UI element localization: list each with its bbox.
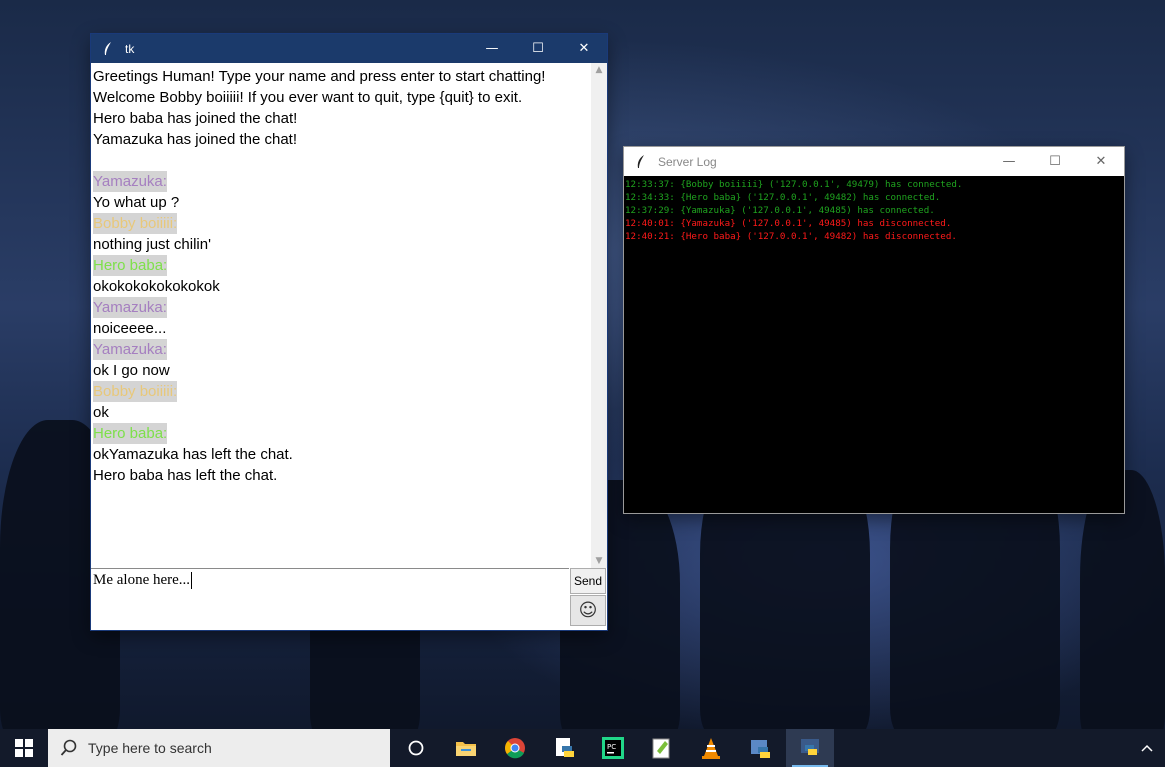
start-button[interactable] — [0, 729, 48, 767]
log-entry: 12:33:37: {Bobby boiiiii} ('127.0.0.1', … — [625, 179, 963, 190]
chat-window: tk — ☐ ✕ Greetings Human! Type your name… — [91, 34, 607, 630]
chat-username: Hero baba: — [93, 423, 168, 444]
python-button[interactable] — [786, 729, 834, 767]
chat-line: ok — [93, 404, 109, 421]
server-log-titlebar[interactable]: Server Log — ☐ ✕ — [624, 147, 1124, 176]
taskbar: Type here to search PC — [0, 729, 1165, 767]
chat-username: Bobby boiiiii: — [93, 381, 178, 402]
search-placeholder: Type here to search — [88, 740, 212, 756]
python-launcher-button[interactable] — [736, 729, 784, 767]
server-log-title: Server Log — [658, 154, 717, 169]
chat-line: Welcome Bobby boiiiii! If you ever want … — [93, 89, 523, 106]
python-launcher-icon — [751, 740, 770, 758]
chat-username: Yamazuka: — [93, 171, 167, 192]
scroll-down-icon[interactable]: ▼ — [591, 554, 607, 568]
svg-text:PC: PC — [607, 743, 616, 751]
chat-window-title: tk — [125, 41, 135, 56]
vlc-cone-icon — [702, 738, 720, 759]
chat-username: Bobby boiiiii: — [93, 213, 178, 234]
chat-line: Hero baba has left the chat. — [93, 467, 278, 484]
message-input-value: Me alone here... — [93, 572, 193, 590]
chat-line: Yo what up ? — [93, 194, 180, 211]
text-caret — [191, 572, 193, 590]
pycharm-button[interactable]: PC — [589, 729, 637, 767]
chat-line: Greetings Human! Type your name and pres… — [93, 68, 546, 85]
feather-icon — [634, 154, 648, 169]
chat-line: nothing just chilin' — [93, 236, 211, 253]
scroll-up-icon[interactable]: ▲ — [591, 63, 607, 77]
server-log-output[interactable]: 12:33:37: {Bobby boiiiii} ('127.0.0.1', … — [624, 176, 1124, 513]
chat-line: noiceeee... — [93, 320, 167, 337]
python-icon — [801, 739, 819, 755]
close-button[interactable]: ✕ — [1078, 147, 1124, 176]
minimize-button[interactable]: — — [469, 34, 515, 63]
pycharm-icon: PC — [602, 737, 624, 759]
log-entry: 12:34:33: {Hero baba} ('127.0.0.1', 4948… — [625, 192, 941, 203]
show-hidden-icons-button[interactable] — [1132, 729, 1162, 767]
chat-messages[interactable]: Greetings Human! Type your name and pres… — [91, 63, 591, 568]
close-button[interactable]: ✕ — [561, 34, 607, 63]
folder-icon — [456, 742, 476, 756]
taskbar-search[interactable]: Type here to search — [48, 729, 390, 767]
maximize-button[interactable]: ☐ — [515, 34, 561, 63]
chat-line: okokokokokokokok — [93, 278, 220, 295]
chat-username: Yamazuka: — [93, 297, 167, 318]
python-file-icon — [556, 738, 574, 757]
chevron-up-icon — [1141, 744, 1153, 752]
message-input[interactable]: Me alone here... — [91, 568, 569, 627]
file-explorer-button[interactable] — [442, 729, 490, 767]
log-entry: 12:37:29: {Yamazuka} ('127.0.0.1', 49485… — [625, 205, 935, 216]
log-entry: 12:40:01: {Yamazuka} ('127.0.0.1', 49485… — [625, 218, 952, 229]
windows-logo-icon — [15, 739, 33, 757]
chat-scrollbar[interactable]: ▲ ▼ — [591, 63, 607, 568]
notepad-icon — [652, 738, 670, 759]
server-log-window: Server Log — ☐ ✕ 12:33:37: {Bobby boiiii… — [624, 147, 1124, 513]
chat-line: ok I go now — [93, 362, 170, 379]
vlc-button[interactable] — [687, 729, 735, 767]
maximize-button[interactable]: ☐ — [1032, 147, 1078, 176]
chat-line: Yamazuka has joined the chat! — [93, 131, 298, 148]
task-view-icon — [408, 740, 424, 756]
chat-username: Yamazuka: — [93, 339, 167, 360]
chrome-button[interactable] — [491, 729, 539, 767]
task-view-button[interactable] — [392, 729, 440, 767]
python-idle-button[interactable] — [540, 729, 588, 767]
chrome-icon — [505, 738, 525, 759]
emoji-button[interactable]: ☺ — [570, 595, 606, 626]
search-icon — [60, 739, 77, 756]
minimize-button[interactable]: — — [986, 147, 1032, 176]
send-button[interactable]: Send — [570, 568, 606, 594]
chat-username: Hero baba: — [93, 255, 168, 276]
smiley-icon: ☺ — [578, 600, 598, 621]
log-entry: 12:40:21: {Hero baba} ('127.0.0.1', 4948… — [625, 231, 957, 242]
chat-line: Hero baba has joined the chat! — [93, 110, 298, 127]
feather-icon — [101, 41, 115, 56]
notepad-plus-plus-button[interactable] — [638, 729, 686, 767]
chat-window-titlebar[interactable]: tk — ☐ ✕ — [91, 34, 607, 63]
chat-line: okYamazuka has left the chat. — [93, 446, 293, 463]
